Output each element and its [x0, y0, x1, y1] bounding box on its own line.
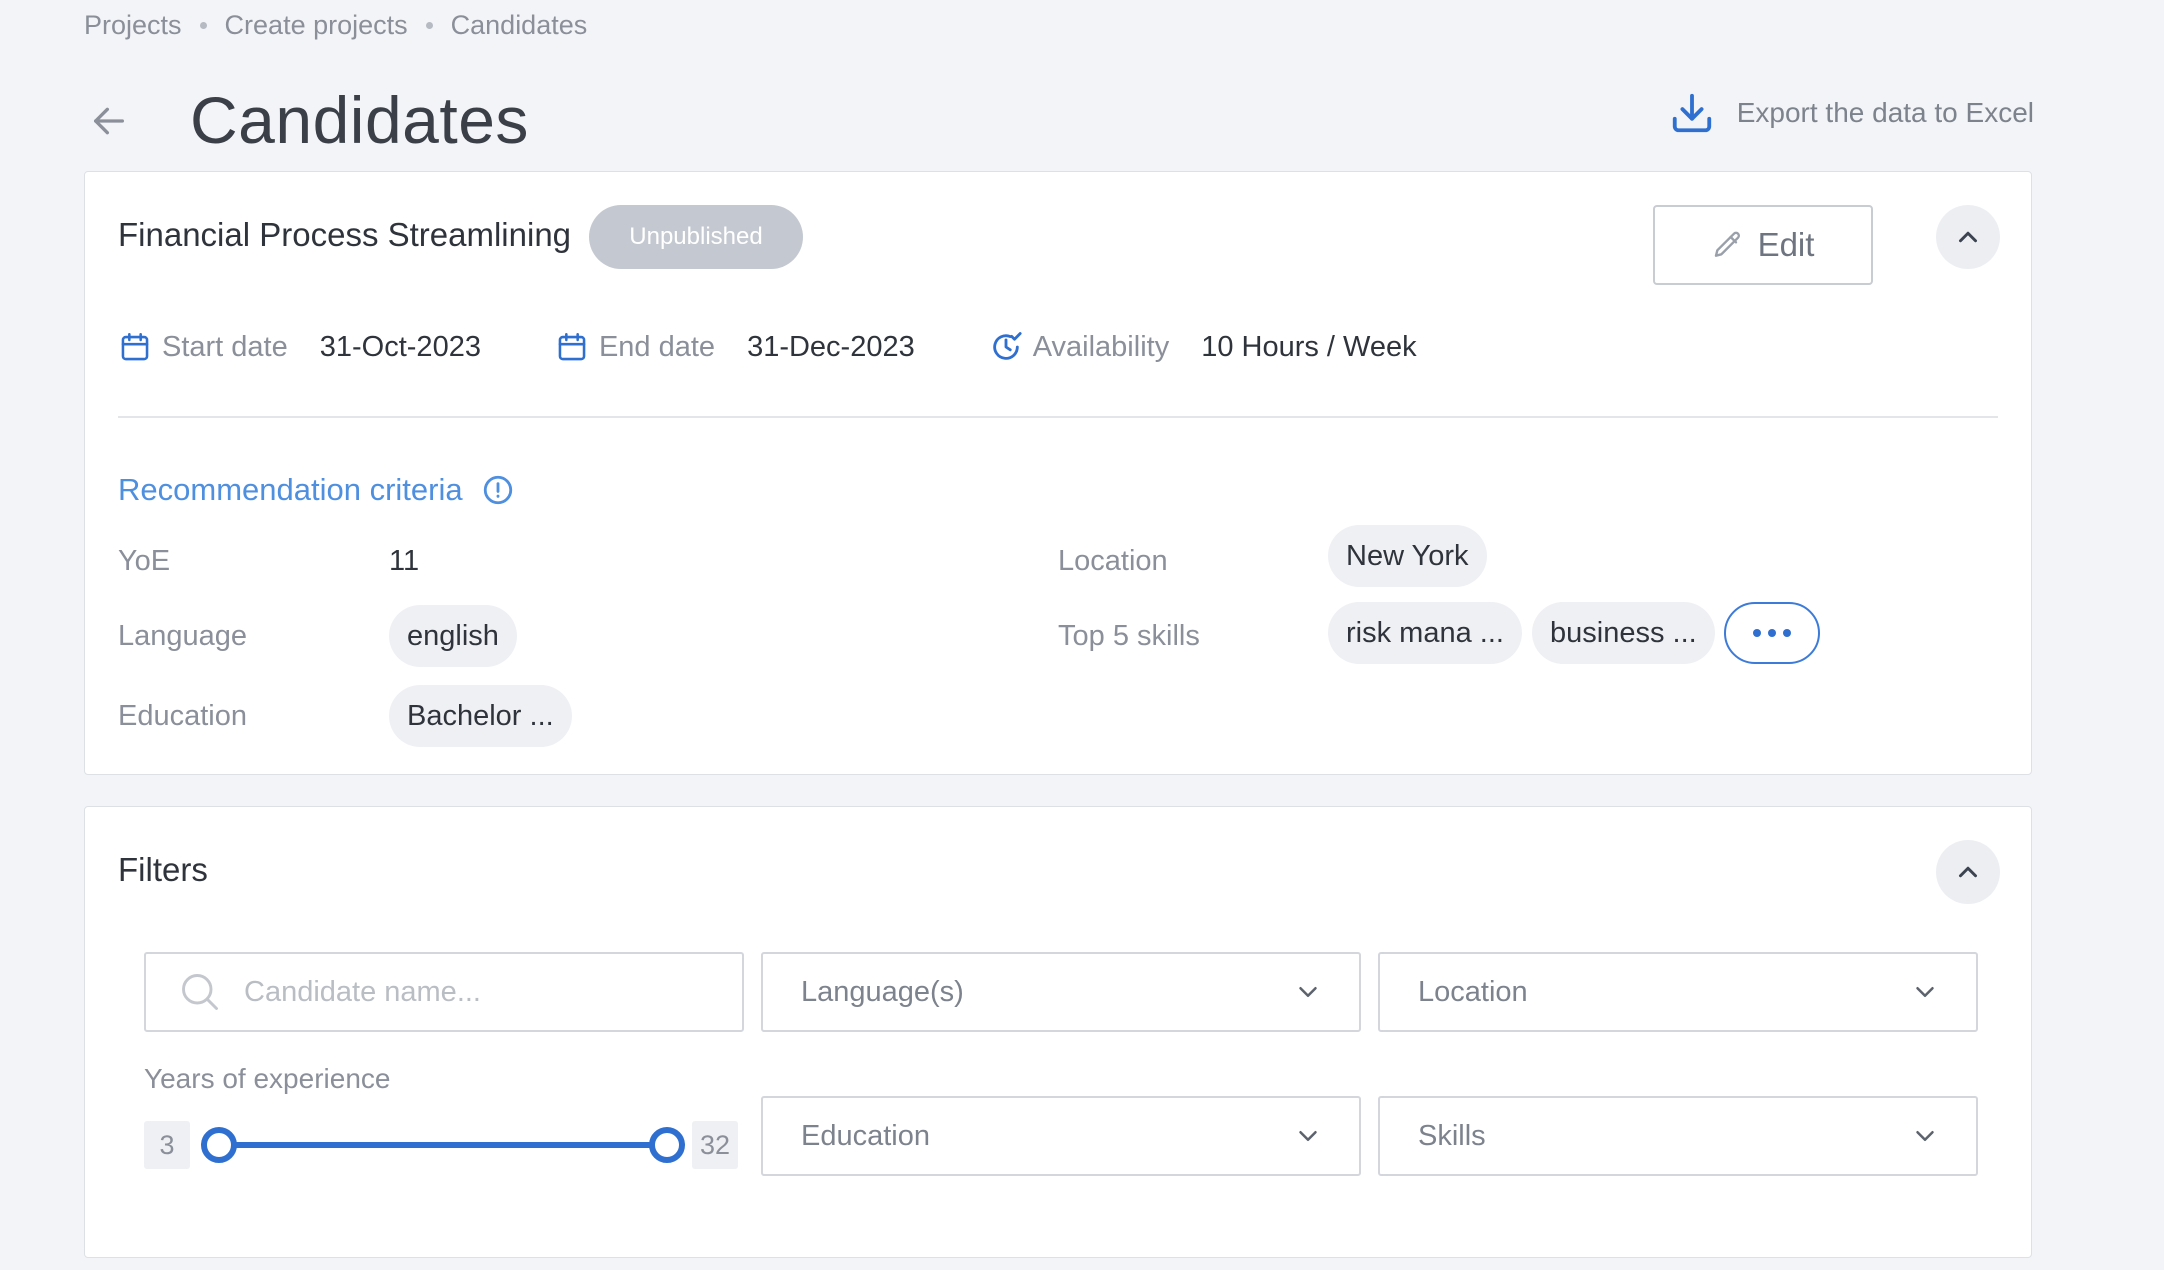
chevron-up-icon [1959, 866, 1977, 878]
divider [118, 416, 1998, 418]
collapse-filters-button[interactable] [1936, 840, 2000, 904]
download-icon [1672, 93, 1711, 133]
breadcrumb-candidates: Candidates [450, 10, 588, 40]
availability-value: 10 Hours / Week [1201, 330, 1417, 363]
info-icon[interactable] [481, 473, 515, 507]
recommendation-criteria-title: Recommendation criteria [118, 472, 515, 508]
language-select-label: Language(s) [801, 975, 964, 1008]
location-label: Location [1058, 545, 1168, 577]
start-date-label: Start date [162, 330, 288, 363]
more-horizontal-icon [1753, 629, 1761, 637]
chevron-down-icon [1299, 987, 1317, 997]
language-label: Language [118, 620, 248, 652]
filters-title: Filters [118, 851, 208, 888]
calendar-icon [121, 332, 149, 361]
skills-label: Top 5 skills [1058, 620, 1200, 652]
candidates-page: Projects Create projects Candidates Cand… [0, 0, 2164, 1270]
breadcrumb: Projects Create projects Candidates [84, 10, 587, 41]
education-select-label: Education [801, 1119, 930, 1152]
end-date-label: End date [598, 330, 716, 363]
page-title: Candidates [190, 83, 529, 157]
chevron-down-icon [1299, 1131, 1317, 1141]
chevron-up-icon [1959, 231, 1977, 243]
back-button[interactable] [84, 96, 134, 146]
skill-chip: business ... [1532, 602, 1715, 664]
project-meta: Start date 31-Oct-2023 End date 31-Dec-2… [118, 330, 1491, 364]
yoe-max-value: 32 [692, 1121, 739, 1169]
yoe-slider-track[interactable] [219, 1142, 669, 1148]
search-icon [182, 974, 218, 1010]
criteria-title-label: Recommendation criteria [118, 472, 463, 507]
more-horizontal-icon-dot [1783, 629, 1791, 637]
chevron-down-icon [1916, 1131, 1934, 1141]
edit-label: Edit [1757, 226, 1815, 263]
yoe-filter-label: Years of experience [144, 1063, 391, 1094]
education-select[interactable]: Education [761, 1096, 1361, 1176]
end-date-value: 31-Dec-2023 [747, 330, 915, 363]
availability-label: Availability [1032, 330, 1170, 363]
yoe-slider-min-handle[interactable] [201, 1127, 237, 1163]
skill-chip: risk mana ... [1328, 602, 1522, 664]
breadcrumb-create-projects[interactable]: Create projects [225, 10, 408, 41]
edit-button[interactable]: Edit [1653, 205, 1873, 285]
skills-select-label: Skills [1418, 1119, 1486, 1152]
more-skills-button[interactable] [1724, 602, 1820, 664]
collapse-project-button[interactable] [1936, 205, 2000, 269]
project-name: Financial Process Streamlining [118, 216, 572, 253]
education-label: Education [118, 700, 247, 732]
chevron-down-icon [1916, 987, 1934, 997]
export-label: Export the data to Excel [1736, 97, 2034, 128]
status-badge: Unpublished [589, 205, 803, 269]
candidate-search-field[interactable] [144, 952, 744, 1032]
filters-card: Filters Language(s) Location Years of ex… [84, 806, 2032, 1258]
education-chip: Bachelor ... [389, 685, 572, 747]
clock-check-icon [992, 332, 1022, 360]
skills-select[interactable]: Skills [1378, 1096, 1978, 1176]
candidate-search-input[interactable] [242, 974, 716, 1010]
project-card: Financial Process Streamlining Unpublish… [84, 171, 2032, 775]
location-select-label: Location [1418, 975, 1528, 1008]
start-date: Start date 31-Oct-2023 [118, 330, 481, 364]
language-select[interactable]: Language(s) [761, 952, 1361, 1032]
yoe-min-value: 3 [144, 1121, 190, 1169]
arrow-left-icon [94, 107, 125, 135]
language-chip: english [389, 605, 517, 667]
breadcrumb-separator [199, 22, 207, 29]
location-chip: New York [1328, 525, 1487, 587]
location-select[interactable]: Location [1378, 952, 1978, 1032]
breadcrumb-separator [425, 22, 433, 29]
yoe-value: 11 [389, 545, 420, 577]
start-date-value: 31-Oct-2023 [319, 330, 481, 363]
pencil-icon [1714, 231, 1740, 257]
more-horizontal-icon-dot [1768, 629, 1776, 637]
yoe-label: YoE [118, 545, 171, 577]
export-excel-button[interactable]: Export the data to Excel [1669, 90, 2034, 136]
calendar-icon [558, 332, 586, 361]
end-date: End date 31-Dec-2023 [555, 330, 915, 364]
availability: Availability 10 Hours / Week [989, 330, 1417, 364]
yoe-slider-max-handle[interactable] [649, 1127, 685, 1163]
breadcrumb-projects[interactable]: Projects [84, 10, 182, 41]
